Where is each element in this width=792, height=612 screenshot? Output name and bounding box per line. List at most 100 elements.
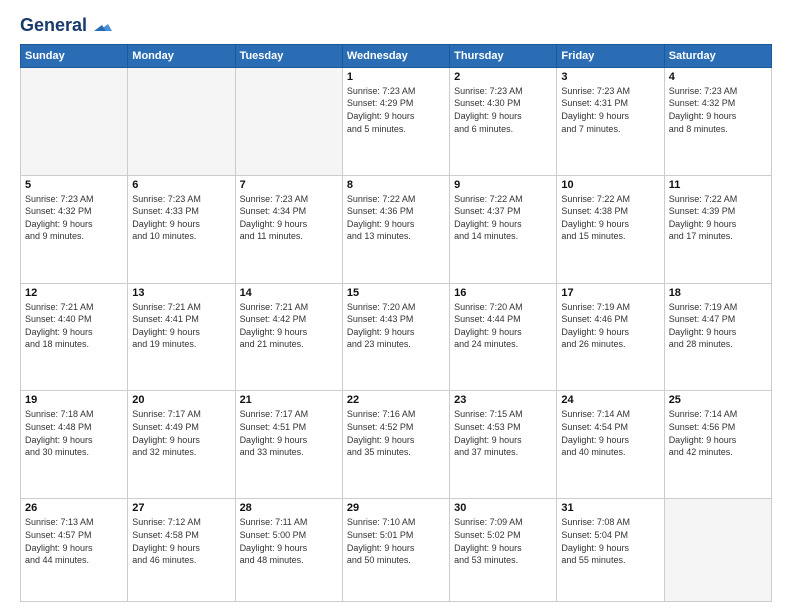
day-detail: Sunrise: 7:23 AMSunset: 4:32 PMDaylight:… bbox=[25, 193, 123, 243]
detail-line: Sunrise: 7:17 AM bbox=[240, 409, 309, 419]
detail-line: Daylight: 9 hours bbox=[347, 543, 415, 553]
detail-line: and 15 minutes. bbox=[561, 231, 625, 241]
detail-line: and 17 minutes. bbox=[669, 231, 733, 241]
day-detail: Sunrise: 7:23 AMSunset: 4:32 PMDaylight:… bbox=[669, 85, 767, 135]
page: General SundayMondayTuesdayWednesdayThur… bbox=[0, 0, 792, 612]
day-detail: Sunrise: 7:21 AMSunset: 4:42 PMDaylight:… bbox=[240, 301, 338, 351]
day-detail: Sunrise: 7:21 AMSunset: 4:40 PMDaylight:… bbox=[25, 301, 123, 351]
day-number: 8 bbox=[347, 179, 445, 191]
detail-line: Sunset: 4:37 PM bbox=[454, 206, 521, 216]
detail-line: Sunrise: 7:12 AM bbox=[132, 517, 201, 527]
day-detail: Sunrise: 7:22 AM Sunset: 4:37 PM Daylight:… bbox=[454, 193, 552, 243]
day-detail: Sunrise: 7:18 AMSunset: 4:48 PMDaylight:… bbox=[25, 408, 123, 458]
detail-line: Sunset: 4:43 PM bbox=[347, 314, 414, 324]
detail-line: Daylight: 9 hours bbox=[25, 219, 93, 229]
detail-line: Sunrise: 7:14 AM bbox=[561, 409, 630, 419]
detail-line: Sunset: 4:49 PM bbox=[132, 422, 199, 432]
day-number: 23 bbox=[454, 394, 552, 406]
day-detail: Sunrise: 7:22 AMSunset: 4:38 PMDaylight:… bbox=[561, 193, 659, 243]
weekday-thursday: Thursday bbox=[450, 44, 557, 67]
detail-line: Daylight: 9 hours bbox=[454, 219, 522, 229]
calendar-cell: 4 Sunrise: 7:23 AMSunset: 4:32 PMDaylight… bbox=[664, 67, 771, 175]
day-detail: Sunrise: 7:19 AMSunset: 4:47 PMDaylight:… bbox=[669, 301, 767, 351]
detail-line: Sunrise: 7:20 AM bbox=[347, 302, 416, 312]
calendar-cell: 16Sunrise: 7:20 AMSunset: 4:44 PMDayligh… bbox=[450, 283, 557, 391]
day-number: 5 bbox=[25, 179, 123, 191]
detail-line: Daylight: 9 hours bbox=[669, 219, 737, 229]
calendar-cell bbox=[128, 67, 235, 175]
day-detail: Sunrise: 7:10 AM Sunset: 5:01 PM Daylight:… bbox=[347, 516, 445, 566]
detail-line: Sunset: 4:32 PM bbox=[25, 206, 92, 216]
day-number: 4 bbox=[669, 71, 767, 83]
detail-line: Daylight: 9 hours bbox=[669, 435, 737, 445]
day-detail: Sunrise: 7:22 AMSunset: 4:36 PMDaylight:… bbox=[347, 193, 445, 243]
day-detail: Sunrise: 7:11 AMSunset: 5:00 PMDaylight:… bbox=[240, 516, 338, 566]
day-number: 10 bbox=[561, 179, 659, 191]
detail-line: and 21 minutes. bbox=[240, 339, 304, 349]
detail-line: Sunrise: 7:22 AM bbox=[454, 194, 523, 204]
detail-line: Sunset: 4:47 PM bbox=[669, 314, 736, 324]
detail-line: Sunset: 4:39 PM bbox=[669, 206, 736, 216]
day-detail: Sunrise: 7:09 AMSunset: 5:02 PMDaylight:… bbox=[454, 516, 552, 566]
detail-line: Sunrise: 7:13 AM bbox=[25, 517, 94, 527]
weekday-saturday: Saturday bbox=[664, 44, 771, 67]
calendar-cell: 30Sunrise: 7:09 AMSunset: 5:02 PMDayligh… bbox=[450, 499, 557, 602]
day-detail: Sunrise: 7:23 AMSunset: 4:33 PMDaylight:… bbox=[132, 193, 230, 243]
detail-line: Daylight: 9 hours bbox=[454, 327, 522, 337]
day-detail: Sunrise: 7:16 AMSunset: 4:52 PMDaylight:… bbox=[347, 408, 445, 458]
detail-line: Sunset: 4:57 PM bbox=[25, 530, 92, 540]
detail-line: Sunset: 4:42 PM bbox=[240, 314, 307, 324]
detail-line: and 26 minutes. bbox=[561, 339, 625, 349]
detail-line: Sunset: 4:34 PM bbox=[240, 206, 307, 216]
calendar-cell: 28Sunrise: 7:11 AMSunset: 5:00 PMDayligh… bbox=[235, 499, 342, 602]
logo: General bbox=[20, 16, 112, 36]
day-detail: Sunrise: 7:17 AMSunset: 4:49 PMDaylight:… bbox=[132, 408, 230, 458]
day-detail: Sunrise: 7:12 AMSunset: 4:58 PMDaylight:… bbox=[132, 516, 230, 566]
calendar-cell bbox=[21, 67, 128, 175]
detail-line: Sunrise: 7:11 AM bbox=[240, 517, 308, 527]
calendar-cell: 1Sunrise: 7:23 AMSunset: 4:29 PMDaylight… bbox=[342, 67, 449, 175]
day-number: 12 bbox=[25, 287, 123, 299]
detail-line: Sunrise: 7:16 AM bbox=[347, 409, 416, 419]
detail-line: Sunset: 4:58 PM bbox=[132, 530, 199, 540]
day-number: 3 bbox=[561, 71, 659, 83]
detail-line: and 10 minutes. bbox=[132, 231, 196, 241]
calendar-cell: 21Sunrise: 7:17 AMSunset: 4:51 PMDayligh… bbox=[235, 391, 342, 499]
calendar-cell: 23Sunrise: 7:15 AMSunset: 4:53 PMDayligh… bbox=[450, 391, 557, 499]
detail-line: Sunset: 4:56 PM bbox=[669, 422, 736, 432]
week-row-2: 5 Sunrise: 7:23 AMSunset: 4:32 PMDaylight… bbox=[21, 175, 772, 283]
detail-line: Sunrise: 7:18 AM bbox=[25, 409, 94, 419]
detail-line: Sunset: 4:36 PM bbox=[347, 206, 414, 216]
calendar-cell: 8Sunrise: 7:22 AMSunset: 4:36 PMDaylight… bbox=[342, 175, 449, 283]
detail-line: and 5 minutes. bbox=[347, 124, 406, 134]
detail-line: and 7 minutes. bbox=[561, 124, 620, 134]
calendar-table: SundayMondayTuesdayWednesdayThursdayFrid… bbox=[20, 44, 772, 602]
detail-line: Sunset: 4:52 PM bbox=[347, 422, 414, 432]
detail-line: Daylight: 9 hours bbox=[240, 219, 308, 229]
day-detail: Sunrise: 7:23 AMSunset: 4:29 PMDaylight:… bbox=[347, 85, 445, 135]
detail-line: and 46 minutes. bbox=[132, 555, 196, 565]
detail-line: and 24 minutes. bbox=[454, 339, 518, 349]
detail-line: and 53 minutes. bbox=[454, 555, 518, 565]
detail-line: Sunrise: 7:10 AM bbox=[347, 517, 416, 527]
detail-line: and 11 minutes. bbox=[240, 231, 303, 241]
detail-line: Sunset: 5:01 PM bbox=[347, 530, 414, 540]
detail-line: Sunrise: 7:08 AM bbox=[561, 517, 630, 527]
detail-line: Sunrise: 7:09 AM bbox=[454, 517, 523, 527]
day-detail: Sunrise: 7:22 AMSunset: 4:39 PMDaylight:… bbox=[669, 193, 767, 243]
detail-line: Sunrise: 7:22 AM bbox=[347, 194, 416, 204]
weekday-wednesday: Wednesday bbox=[342, 44, 449, 67]
day-number: 7 bbox=[240, 179, 338, 191]
calendar-cell: 24Sunrise: 7:14 AMSunset: 4:54 PMDayligh… bbox=[557, 391, 664, 499]
detail-line: Daylight: 9 hours bbox=[240, 327, 308, 337]
week-row-5: 26Sunrise: 7:13 AMSunset: 4:57 PMDayligh… bbox=[21, 499, 772, 602]
calendar-cell: 17Sunrise: 7:19 AMSunset: 4:46 PMDayligh… bbox=[557, 283, 664, 391]
detail-line: Sunset: 5:02 PM bbox=[454, 530, 521, 540]
detail-line: Daylight: 9 hours bbox=[454, 435, 522, 445]
day-number: 30 bbox=[454, 502, 552, 514]
day-detail: Sunrise: 7:14 AMSunset: 4:56 PMDaylight:… bbox=[669, 408, 767, 458]
day-detail: Sunrise: 7:20 AMSunset: 4:44 PMDaylight:… bbox=[454, 301, 552, 351]
detail-line: and 19 minutes. bbox=[132, 339, 196, 349]
detail-line: and 37 minutes. bbox=[454, 447, 518, 457]
detail-line: Sunset: 5:00 PM bbox=[240, 530, 307, 540]
